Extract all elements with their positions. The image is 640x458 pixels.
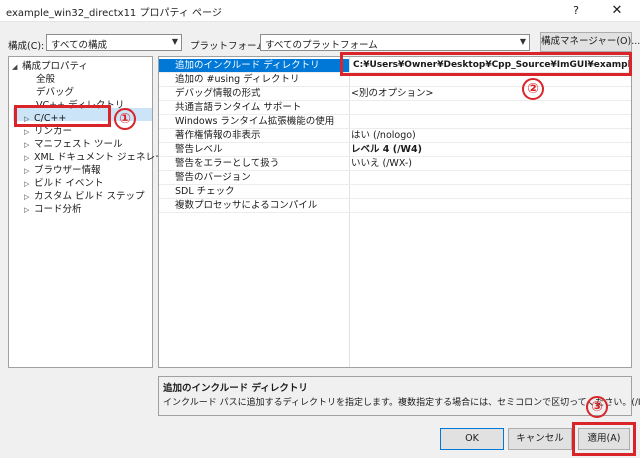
property-value[interactable]: いいえ (/WX-) [351, 157, 412, 170]
annotation-box-cpp [14, 105, 111, 127]
property-name: Windows ランタイム拡張機能の使用 [175, 116, 335, 127]
tree-item-code-analysis-label: コード分析 [34, 204, 82, 215]
property-name: 警告のバージョン [175, 172, 251, 183]
property-value[interactable]: はい (/nologo) [351, 129, 416, 142]
tree-item-build-events[interactable]: ▷ ビルド イベント [24, 177, 104, 190]
tree-item-browser-info[interactable]: ▷ ブラウザー情報 [24, 164, 101, 177]
property-name: 追加の #using ディレクトリ [175, 74, 300, 85]
config-dropdown[interactable]: すべての構成 ▼ [46, 34, 182, 51]
help-button[interactable]: ? [568, 2, 584, 20]
property-row[interactable]: 著作権情報の非表示 はい (/nologo) [159, 129, 631, 143]
property-row[interactable]: 共通言語ランタイム サポート [159, 101, 631, 115]
collapsed-triangle-icon: ▷ [24, 206, 30, 214]
property-row[interactable]: 警告をエラーとして扱う いいえ (/WX-) [159, 157, 631, 171]
tree-item-custom-build[interactable]: ▷ カスタム ビルド ステップ [24, 190, 145, 203]
close-button[interactable]: ✕ [594, 0, 640, 22]
ok-button[interactable]: OK [440, 428, 504, 450]
tree-item-linker-label: リンカー [34, 126, 73, 137]
tree-item-general[interactable]: 全般 [36, 73, 55, 86]
property-row[interactable]: SDL チェック [159, 185, 631, 199]
property-row[interactable]: デバッグ情報の形式 <別のオプション> [159, 87, 631, 101]
tree-item-manifest-label: マニフェスト ツール [34, 139, 123, 150]
property-row[interactable]: 複数プロセッサによるコンパイル [159, 199, 631, 213]
chevron-down-icon: ▼ [519, 37, 526, 46]
config-manager-button[interactable]: 構成マネージャー(O)... [540, 32, 640, 52]
window-title: example_win32_directx11 プロパティ ページ [6, 8, 222, 19]
property-row[interactable]: 警告レベル レベル 4 (/W4) [159, 143, 631, 157]
tree-item-custom-build-label: カスタム ビルド ステップ [34, 191, 145, 202]
property-name: 著作権情報の非表示 [175, 130, 261, 141]
description-title: 追加のインクルード ディレクトリ [163, 383, 308, 394]
tree-item-manifest[interactable]: ▷ マニフェスト ツール [24, 138, 123, 151]
chevron-down-icon: ▼ [171, 37, 178, 46]
tree-root[interactable]: ◢ 構成プロパティ [12, 60, 88, 73]
tree-item-build-events-label: ビルド イベント [34, 178, 104, 189]
annotation-number-two: ② [522, 78, 544, 100]
property-name: 共通言語ランタイム サポート [175, 102, 302, 113]
config-value: すべての構成 [51, 40, 107, 51]
annotation-number-one: ① [114, 108, 136, 130]
property-name: 警告をエラーとして扱う [175, 158, 280, 169]
tree-item-debug[interactable]: デバッグ [36, 86, 74, 99]
platform-value: すべてのプラットフォーム [265, 40, 378, 51]
tree-item-browser-info-label: ブラウザー情報 [34, 165, 101, 176]
property-name: 追加のインクルード ディレクトリ [159, 59, 349, 72]
property-row[interactable]: 警告のバージョン [159, 171, 631, 185]
property-name: デバッグ情報の形式 [175, 88, 261, 99]
annotation-box-apply [572, 422, 636, 456]
config-label: 構成(C): [8, 41, 45, 52]
cancel-button[interactable]: キャンセル [508, 428, 572, 450]
platform-dropdown[interactable]: すべてのプラットフォーム ▼ [260, 34, 530, 51]
property-name: SDL チェック [175, 186, 235, 197]
property-row[interactable]: Windows ランタイム拡張機能の使用 [159, 115, 631, 129]
property-name: 複数プロセッサによるコンパイル [175, 200, 318, 211]
property-value[interactable]: <別のオプション> [351, 87, 433, 100]
description-text: インクルード パスに追加するディレクトリを指定します。複数指定する場合には、セミ… [163, 398, 640, 408]
property-grid: 追加のインクルード ディレクトリ C:¥Users¥Owner¥Desktop¥… [158, 56, 632, 368]
property-value[interactable]: レベル 4 (/W4) [351, 143, 422, 156]
annotation-box-include-dirs [340, 52, 632, 76]
annotation-number-three: ③ [586, 396, 608, 418]
property-name: 警告レベル [175, 144, 223, 155]
expanded-triangle-icon: ◢ [12, 63, 18, 71]
tree-root-label: 構成プロパティ [22, 61, 88, 72]
tree-item-code-analysis[interactable]: ▷ コード分析 [24, 203, 82, 216]
title-bar: example_win32_directx11 プロパティ ページ ? ✕ [0, 0, 640, 22]
description-panel: 追加のインクルード ディレクトリ インクルード パスに追加するディレクトリを指定… [158, 376, 640, 416]
